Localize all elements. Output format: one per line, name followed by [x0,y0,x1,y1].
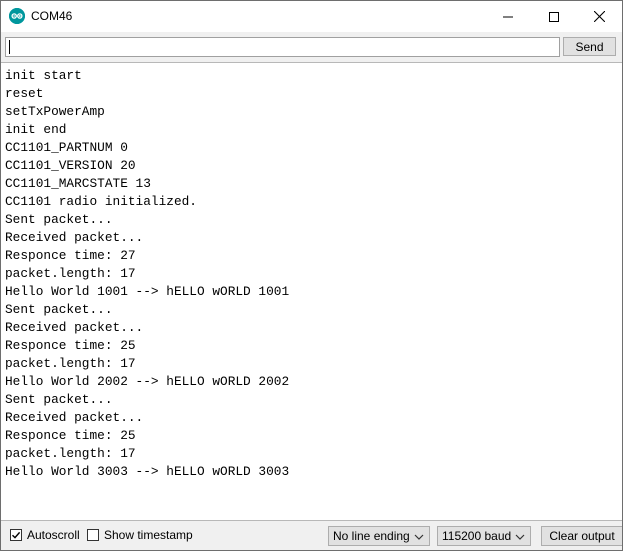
clear-output-button[interactable]: Clear output [541,526,622,546]
baud-rate-select[interactable]: 115200 baud [437,526,531,546]
maximize-icon[interactable] [531,1,577,32]
checkbox-unchecked-icon[interactable] [87,529,99,541]
line-ending-select[interactable]: No line ending [328,526,430,546]
chevron-down-icon [414,531,424,545]
window-title: COM46 [31,9,73,23]
serial-output-area[interactable]: init start reset setTxPowerAmp init end … [1,62,622,521]
output-line: packet.length: 17 [5,446,136,461]
checkbox-checked-icon[interactable] [10,529,22,541]
arduino-icon [9,8,25,24]
output-line: init end [5,122,67,137]
output-line: Received packet... [5,230,144,245]
output-line: CC1101 radio initialized. [5,194,197,209]
output-line: Responce time: 27 [5,248,136,263]
output-line: Responce time: 25 [5,338,136,353]
output-line: CC1101_MARCSTATE 13 [5,176,151,191]
output-line: Hello World 3003 --> hELLO wORLD 3003 [5,464,290,479]
minimize-icon[interactable] [485,1,531,32]
output-line: Sent packet... [5,392,113,407]
output-line: Hello World 1001 --> hELLO wORLD 1001 [5,284,290,299]
show-timestamp-label: Show timestamp [104,528,193,542]
output-lines: init start reset setTxPowerAmp init end … [5,67,289,481]
output-line: Responce time: 25 [5,428,136,443]
autoscroll-label: Autoscroll [27,528,80,542]
output-line: Sent packet... [5,212,113,227]
line-ending-value: No line ending [333,529,410,543]
text-caret [9,40,10,54]
output-line: Received packet... [5,410,144,425]
output-line: packet.length: 17 [5,356,136,371]
output-line: Received packet... [5,320,144,335]
send-button[interactable]: Send [563,37,616,56]
output-line: reset [5,86,44,101]
serial-send-input[interactable] [5,37,560,57]
output-line: CC1101_PARTNUM 0 [5,140,128,155]
serial-monitor-window: COM46 Send init start reset setTxPowerAm… [0,0,623,551]
show-timestamp-checkbox[interactable]: Show timestamp [87,528,193,542]
close-icon[interactable] [576,1,622,32]
chevron-down-icon [515,531,525,545]
title-bar[interactable]: COM46 [1,1,622,32]
send-row [1,32,622,62]
output-line: Hello World 2002 --> hELLO wORLD 2002 [5,374,290,389]
output-line: packet.length: 17 [5,266,136,281]
autoscroll-checkbox[interactable]: Autoscroll [10,528,80,542]
output-line: init start [5,68,82,83]
output-line: Sent packet... [5,302,113,317]
status-toolbar: Autoscroll Show timestamp No line ending… [1,521,622,550]
output-line: CC1101_VERSION 20 [5,158,136,173]
baud-rate-value: 115200 baud [442,529,512,543]
output-line: setTxPowerAmp [5,104,105,119]
